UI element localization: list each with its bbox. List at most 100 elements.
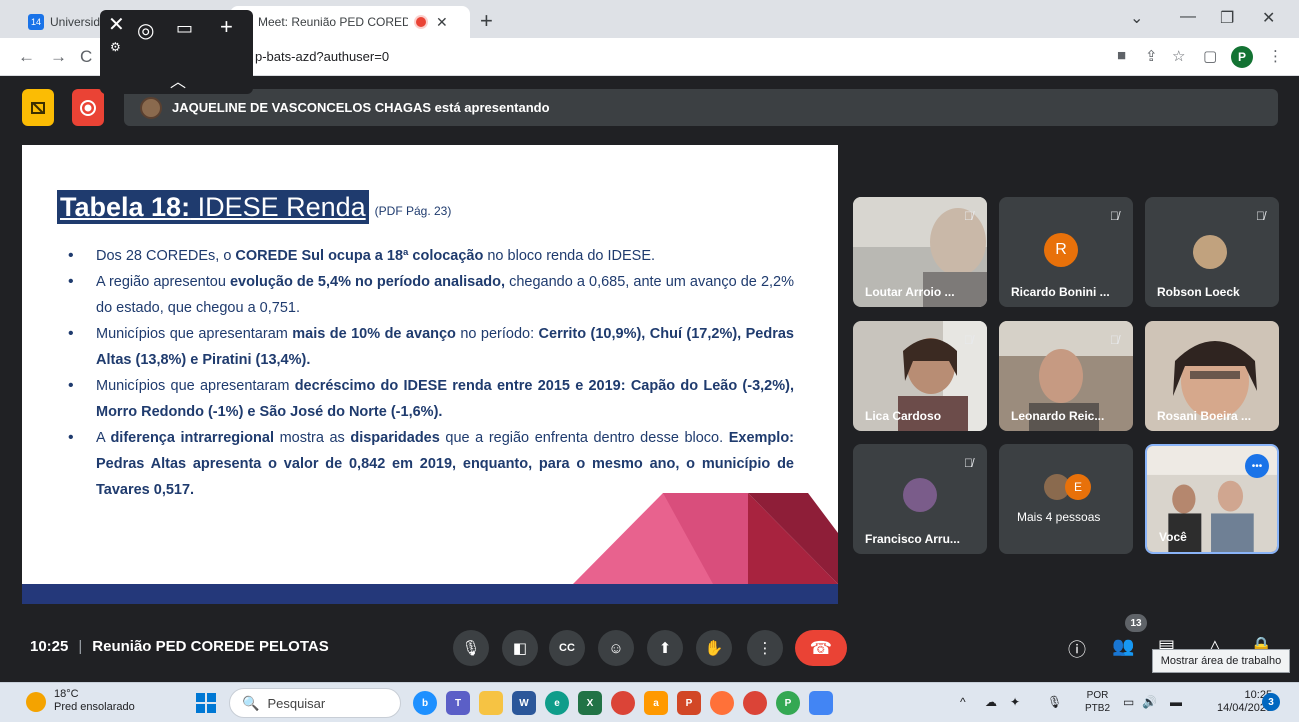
menu-dots-icon[interactable]: ⋮ <box>1268 47 1283 65</box>
record-button[interactable] <box>72 89 104 126</box>
teams-icon[interactable]: T <box>446 691 470 715</box>
battery-icon[interactable]: ▬ <box>1170 695 1182 709</box>
self-tile[interactable]: ••• Você <box>1145 444 1279 554</box>
participants-count-badge: 13 <box>1125 614 1147 632</box>
slide-page-ref: (PDF Pág. 23) <box>374 204 452 218</box>
present-screen-icon: ⬆ <box>658 640 672 657</box>
gear-icon[interactable]: ⚙ <box>110 40 121 54</box>
leave-call-button[interactable]: ☎ <box>795 630 847 666</box>
close-tab-icon[interactable]: ✕ <box>436 14 448 31</box>
close-window-button[interactable]: ✕ <box>1262 8 1275 28</box>
forward-button[interactable]: → <box>50 47 67 67</box>
notification-badge[interactable]: 3 <box>1262 693 1280 711</box>
more-options-button[interactable]: ⋮ <box>747 630 783 666</box>
participant-tile[interactable]: R 🎙̸ Ricardo Bonini ... <box>999 197 1133 307</box>
taskbar-search[interactable]: 🔍 Pesquisar <box>229 688 401 718</box>
profile-avatar[interactable]: P <box>1231 46 1253 68</box>
camera-icon[interactable]: ◎ <box>137 18 154 43</box>
start-button[interactable] <box>196 693 216 713</box>
language-indicator[interactable]: POR PTB2 <box>1085 689 1110 715</box>
slide-bullets: Dos 28 COREDEs, o COREDE Sul ocupa a 18ª… <box>64 243 794 503</box>
bullet-item: A região apresentou evolução de 5,4% no … <box>64 269 794 321</box>
presenter-banner: JAQUELINE DE VASCONCELOS CHAGAS está apr… <box>124 89 1278 126</box>
bing-icon[interactable]: b <box>413 691 437 715</box>
reactions-button[interactable]: ☺ <box>598 630 634 666</box>
temperature: 18°C <box>54 688 79 700</box>
more-participants-tile[interactable]: E Mais 4 pessoas <box>999 444 1133 554</box>
amazon-icon[interactable]: a <box>644 691 668 715</box>
participant-tile[interactable]: 🎙̸ Lica Cardoso <box>853 321 987 431</box>
participant-avatar <box>1193 235 1227 269</box>
meeting-name: Reunião PED COREDE PELOTAS <box>92 638 329 655</box>
present-button[interactable]: ⬆ <box>647 630 683 666</box>
close-icon[interactable]: ✕ <box>108 12 125 37</box>
search-icon: 🔍 <box>242 694 260 711</box>
people-icon[interactable]: 👥 <box>1112 636 1134 657</box>
participant-avatar <box>903 478 937 512</box>
presentation-bar: JAQUELINE DE VASCONCELOS CHAGAS está apr… <box>22 89 1278 126</box>
tab-meet[interactable]: Meet: Reunião PED COREDE ✕ <box>230 6 470 38</box>
sun-weather-icon[interactable] <box>26 692 46 712</box>
add-icon[interactable]: + <box>220 14 233 40</box>
side-panel-icon[interactable]: ▢ <box>1203 47 1217 65</box>
presenter-avatar <box>140 96 162 119</box>
chevron-up-icon[interactable]: ︿ <box>170 68 186 92</box>
slide-title: Tabela 18: IDESE Renda (PDF Pág. 23) <box>57 190 451 224</box>
firefox-icon[interactable] <box>710 691 734 715</box>
phone-hangup-icon: ☎ <box>809 637 833 658</box>
camera-indicator-icon[interactable]: ■ <box>1117 47 1126 64</box>
remote-desktop-icon[interactable] <box>809 691 833 715</box>
presentation-slide: Tabela 18: IDESE Renda (PDF Pág. 23) Dos… <box>22 145 838 604</box>
minimize-button[interactable]: — <box>1180 8 1196 26</box>
participant-tile[interactable]: 🎙̸ Leonardo Reic... <box>999 321 1133 431</box>
cloud-icon[interactable]: ☁ <box>985 695 997 709</box>
participant-avatar: R <box>1044 233 1078 267</box>
bullet-item: Municípios que apresentaram decréscimo d… <box>64 373 794 425</box>
bullet-item: Dos 28 COREDEs, o COREDE Sul ocupa a 18ª… <box>64 243 794 269</box>
bookmark-star-icon[interactable]: ☆ <box>1172 47 1185 65</box>
tray-expand-icon[interactable]: ^ <box>960 695 966 709</box>
stop-presenting-layout-button[interactable] <box>22 89 54 126</box>
presenter-text: JAQUELINE DE VASCONCELOS CHAGAS está apr… <box>172 100 550 115</box>
info-icon[interactable]: ⓘ <box>1068 636 1086 662</box>
emoji-icon: ☺ <box>608 639 624 657</box>
participant-name: Leonardo Reic... <box>1011 409 1105 423</box>
raise-hand-button[interactable]: ✋ <box>696 630 732 666</box>
tab-title: Meet: Reunião PED COREDE <box>258 15 408 29</box>
new-tab-button[interactable]: + <box>480 8 493 34</box>
participant-tile[interactable]: 🎙̸ Francisco Arru... <box>853 444 987 554</box>
bullet-item: A diferença intrarregional mostra as dis… <box>64 425 794 503</box>
chevron-down-icon[interactable]: ⌄ <box>1130 8 1143 28</box>
camera-button[interactable]: ◧ <box>502 630 538 666</box>
screen-icon[interactable]: ▭ <box>1123 695 1134 709</box>
video-record-icon[interactable]: ▭ <box>176 18 193 39</box>
microphone-button[interactable]: 🎙 <box>453 630 489 666</box>
recording-icon <box>416 17 426 27</box>
chrome-icon[interactable] <box>611 691 635 715</box>
dropbox-icon[interactable]: ✦ <box>1010 695 1020 709</box>
mic-off-icon: 🎙̸ <box>1110 209 1119 223</box>
captions-button[interactable]: CC <box>549 630 585 666</box>
mic-tray-icon[interactable]: 🎙 <box>1047 695 1062 709</box>
file-explorer-icon[interactable] <box>479 691 503 715</box>
edge-icon[interactable]: e <box>545 691 569 715</box>
word-icon[interactable]: W <box>512 691 536 715</box>
back-button[interactable]: ← <box>18 47 35 67</box>
participant-tile[interactable]: 🎙̸ Robson Loeck <box>1145 197 1279 307</box>
url-field[interactable]: p-bats-azd?authuser=0 <box>255 49 389 64</box>
powerpoint-icon[interactable]: P <box>677 691 701 715</box>
volume-icon[interactable]: 🔊 <box>1142 695 1157 709</box>
chrome-p-icon[interactable]: P <box>776 691 800 715</box>
layout-icon <box>31 101 45 114</box>
restore-button[interactable]: ❐ <box>1220 8 1234 28</box>
reload-button[interactable]: C <box>80 47 92 67</box>
participant-tile[interactable]: 🎙̸ Loutar Arroio ... <box>853 197 987 307</box>
participant-tile[interactable]: Rosani Boeira ... <box>1145 321 1279 431</box>
share-icon[interactable]: ⇪ <box>1145 47 1158 65</box>
excel-icon[interactable]: X <box>578 691 602 715</box>
video-camera-icon: ◧ <box>512 640 528 657</box>
chrome-profile-icon[interactable] <box>743 691 767 715</box>
hand-icon: ✋ <box>704 640 724 657</box>
weather-description: Pred ensolarado <box>54 701 135 713</box>
weather-widget[interactable]: 18°C Pred ensolarado <box>54 688 135 714</box>
